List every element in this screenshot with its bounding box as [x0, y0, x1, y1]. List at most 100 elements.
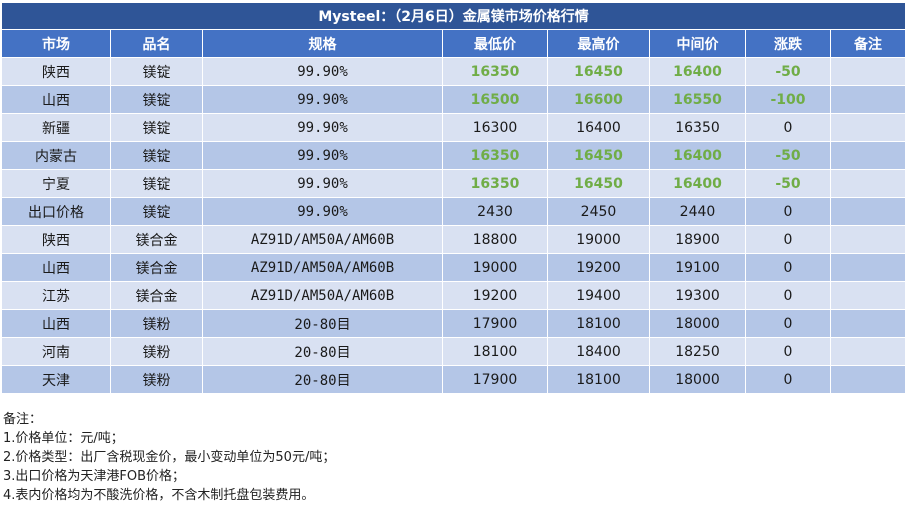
cell-change: -100	[745, 85, 831, 114]
cell-remark	[829, 281, 906, 310]
cell-market: 河南	[1, 337, 111, 366]
cell-change: 0	[745, 113, 831, 142]
column-header-change: 涨跌	[745, 29, 831, 58]
cell-spec: 99.90%	[202, 141, 443, 170]
table-row: 出口价格 镁锭 99.90% 2430 2450 2440 0	[1, 197, 906, 226]
cell-high: 16450	[547, 169, 650, 198]
cell-market: 天津	[1, 365, 111, 394]
column-header-product: 品名	[110, 29, 203, 58]
cell-remark	[829, 309, 906, 338]
table-row: 河南 镁粉 20-80目 18100 18400 18250 0	[1, 337, 906, 366]
column-header-spec: 规格	[202, 29, 443, 58]
cell-remark	[829, 197, 906, 226]
cell-high: 18100	[547, 365, 650, 394]
cell-mid: 18000	[649, 365, 746, 394]
cell-change: 0	[745, 225, 831, 254]
cell-market: 内蒙古	[1, 141, 111, 170]
note-line: 2.价格类型：出厂含税现金价，最小变动单位为50元/吨；	[3, 450, 336, 465]
table-row: 内蒙古 镁锭 99.90% 16350 16450 16400 -50	[1, 141, 906, 170]
cell-spec: 20-80目	[202, 309, 443, 338]
cell-spec: 20-80目	[202, 337, 443, 366]
cell-change: -50	[745, 57, 831, 86]
cell-change: -50	[745, 169, 831, 198]
cell-high: 19000	[547, 225, 650, 254]
cell-low: 17900	[442, 309, 548, 338]
cell-market: 山西	[1, 85, 111, 114]
cell-product: 镁锭	[110, 197, 203, 226]
cell-change: 0	[745, 365, 831, 394]
cell-mid: 16350	[649, 113, 746, 142]
cell-mid: 16550	[649, 85, 746, 114]
note-line: 3.出口价格为天津港FOB价格；	[3, 469, 186, 484]
cell-change: 0	[745, 337, 831, 366]
cell-remark	[829, 85, 906, 114]
cell-low: 16350	[442, 169, 548, 198]
cell-low: 18800	[442, 225, 548, 254]
cell-mid: 16400	[649, 141, 746, 170]
column-header-remark: 备注	[829, 29, 906, 58]
cell-product: 镁锭	[110, 57, 203, 86]
cell-spec: 99.90%	[202, 85, 443, 114]
cell-spec: 99.90%	[202, 197, 443, 226]
column-header-high: 最高价	[547, 29, 650, 58]
cell-high: 16600	[547, 85, 650, 114]
table-row: 山西 镁粉 20-80目 17900 18100 18000 0	[1, 309, 906, 338]
cell-mid: 18250	[649, 337, 746, 366]
cell-mid: 18000	[649, 309, 746, 338]
cell-spec: AZ91D/AM50A/AM60B	[202, 253, 443, 282]
cell-market: 宁夏	[1, 169, 111, 198]
notes-section: 备注： 1.价格单位：元/吨； 2.价格类型：出厂含税现金价，最小变动单位为50…	[3, 410, 903, 505]
cell-spec: 20-80目	[202, 365, 443, 394]
cell-market: 山西	[1, 309, 111, 338]
cell-low: 16350	[442, 57, 548, 86]
cell-mid: 2440	[649, 197, 746, 226]
table-title: Mysteel：（2月6日）金属镁市场价格行情	[0, 2, 906, 30]
cell-high: 16450	[547, 141, 650, 170]
cell-change: 0	[745, 309, 831, 338]
cell-market: 陕西	[1, 225, 111, 254]
cell-market: 江苏	[1, 281, 111, 310]
table-row: 陕西 镁锭 99.90% 16350 16450 16400 -50	[1, 57, 906, 86]
cell-change: 0	[745, 281, 831, 310]
cell-remark	[829, 169, 906, 198]
cell-remark	[829, 365, 906, 394]
cell-change: 0	[745, 197, 831, 226]
cell-product: 镁锭	[110, 85, 203, 114]
cell-high: 16450	[547, 57, 650, 86]
cell-product: 镁合金	[110, 253, 203, 282]
note-line: 1.价格单位：元/吨；	[3, 431, 124, 446]
header-row: 市场 品名 规格 最低价 最高价 中间价 涨跌 备注	[1, 29, 906, 58]
note-line: 4.表内价格均为不酸洗价格，不含木制托盘包装费用。	[3, 488, 315, 503]
cell-product: 镁合金	[110, 281, 203, 310]
cell-remark	[829, 253, 906, 282]
cell-low: 16300	[442, 113, 548, 142]
cell-mid: 19100	[649, 253, 746, 282]
cell-low: 18100	[442, 337, 548, 366]
cell-remark	[829, 141, 906, 170]
cell-spec: 99.90%	[202, 169, 443, 198]
column-header-mid: 中间价	[649, 29, 746, 58]
table-row: 江苏 镁合金 AZ91D/AM50A/AM60B 19200 19400 19300 0	[1, 281, 906, 310]
table-row: 宁夏 镁锭 99.90% 16350 16450 16400 -50	[1, 169, 906, 198]
cell-change: -50	[745, 141, 831, 170]
cell-market: 山西	[1, 253, 111, 282]
cell-product: 镁合金	[110, 225, 203, 254]
table-row: 新疆 镁锭 99.90% 16300 16400 16350 0	[1, 113, 906, 142]
cell-spec: 99.90%	[202, 57, 443, 86]
cell-high: 18400	[547, 337, 650, 366]
cell-product: 镁粉	[110, 365, 203, 394]
price-sheet: Mysteel：（2月6日）金属镁市场价格行情 市场 品名 规格 最低价 最高价…	[0, 0, 906, 515]
cell-high: 19200	[547, 253, 650, 282]
cell-mid: 16400	[649, 57, 746, 86]
cell-product: 镁锭	[110, 169, 203, 198]
title-row: Mysteel：（2月6日）金属镁市场价格行情	[0, 2, 906, 30]
table-body: 陕西 镁锭 99.90% 16350 16450 16400 -50 山西 镁锭 99.90% 16…	[1, 57, 906, 394]
cell-high: 2450	[547, 197, 650, 226]
column-header-low: 最低价	[442, 29, 548, 58]
cell-remark	[829, 113, 906, 142]
cell-product: 镁锭	[110, 141, 203, 170]
cell-low: 19000	[442, 253, 548, 282]
cell-low: 16500	[442, 85, 548, 114]
price-table: Mysteel：（2月6日）金属镁市场价格行情 市场 品名 规格 最低价 最高价…	[0, 2, 906, 394]
table-row: 陕西 镁合金 AZ91D/AM50A/AM60B 18800 19000 18900 0	[1, 225, 906, 254]
